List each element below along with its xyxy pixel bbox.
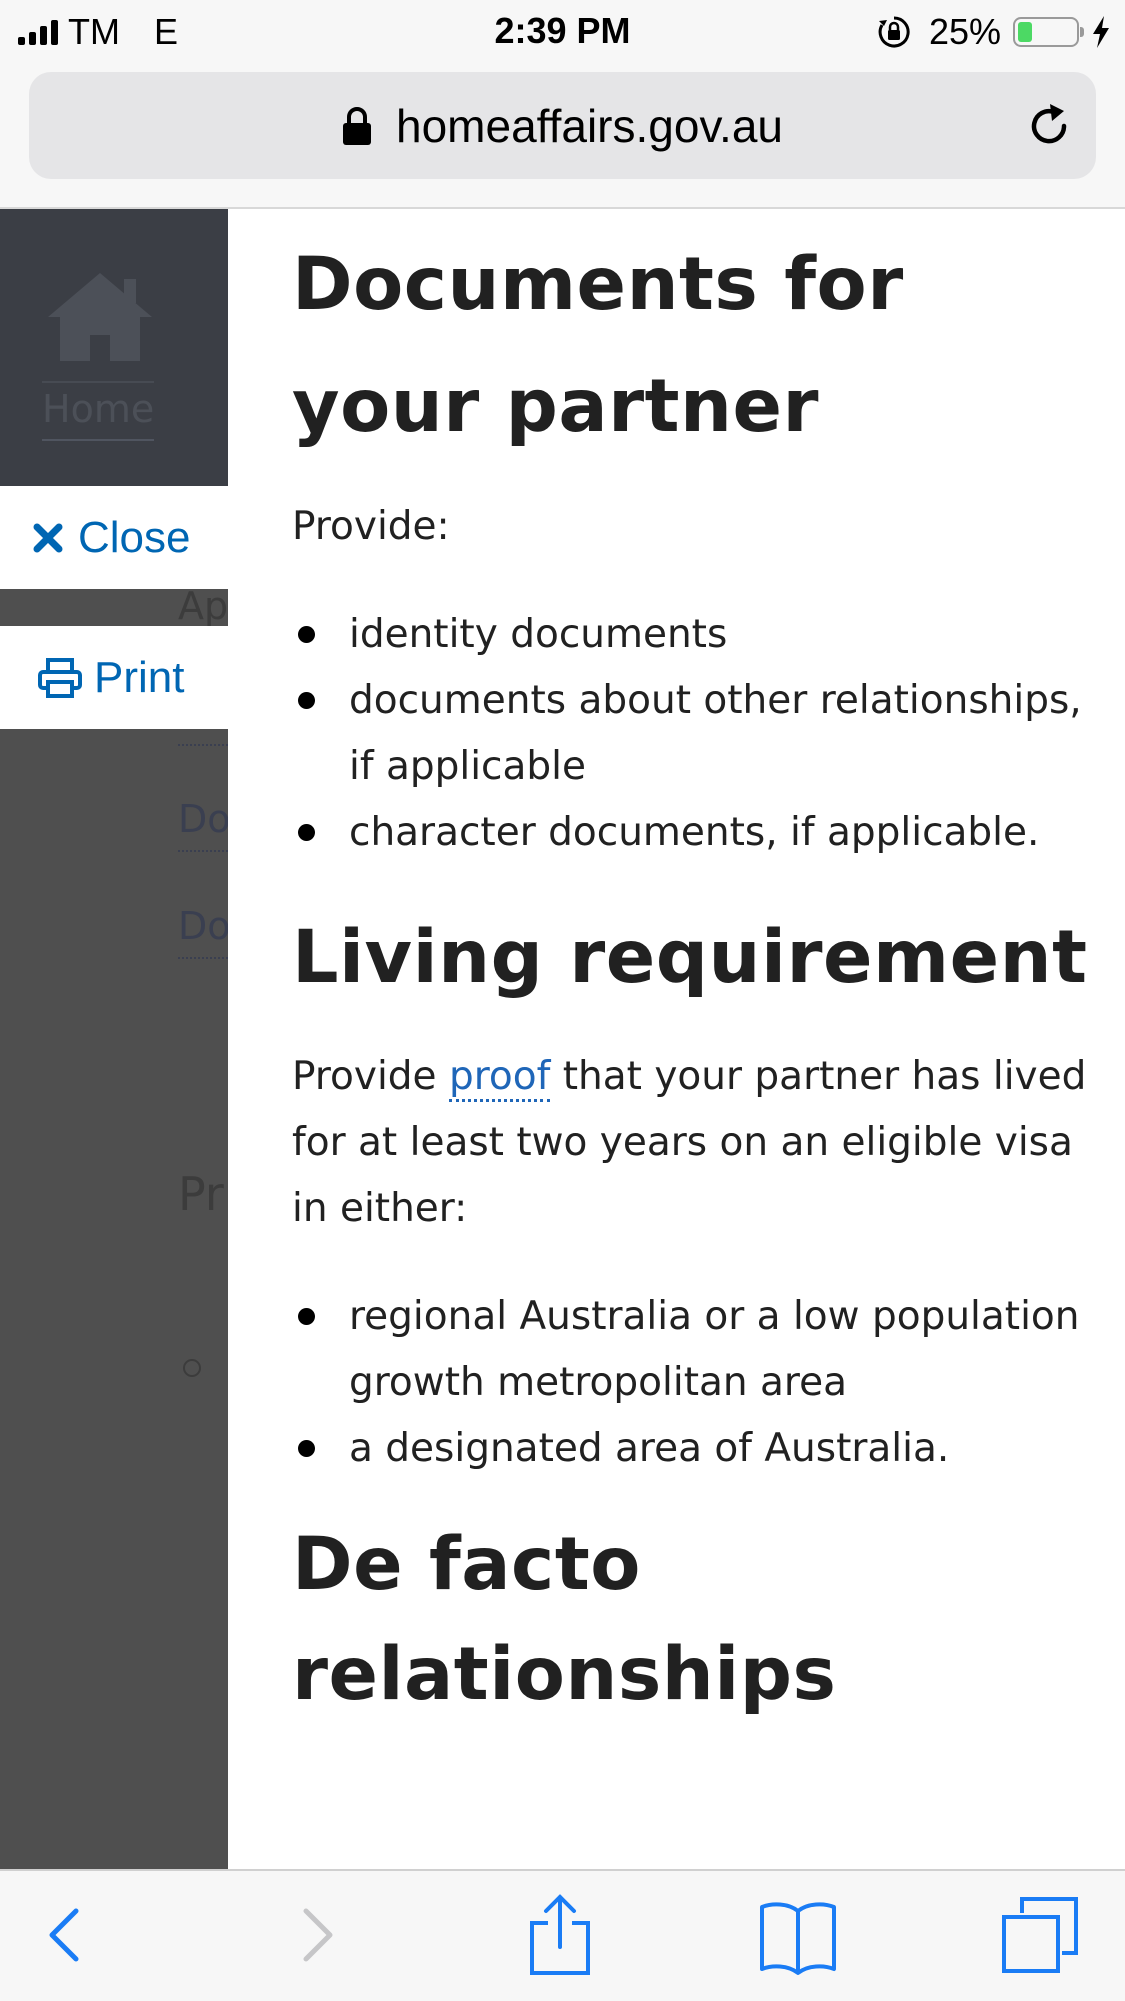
close-label: Close [78,512,191,562]
section-heading-de-facto: De facto relationships [292,1510,1092,1730]
url-text: homeaffairs.gov.au [396,99,783,152]
battery-icon [1013,17,1084,47]
page-title: Documents for your partner [292,224,1092,468]
status-right: 25% [877,10,1111,54]
ghost-divider [178,744,228,746]
browser-address-area: homeaffairs.gov.au [0,64,1125,209]
reload-icon[interactable] [1024,101,1074,151]
ghost-text-do2: Do [178,904,228,948]
padlock-icon [343,106,371,145]
list-item: documents about other relationships, if … [292,668,1092,800]
ghost-bullet [183,1359,201,1377]
printer-icon [38,657,82,698]
side-menu: Home Close Ap Print Do Do Pr [0,209,228,1869]
side-menu-header: Home [0,209,228,486]
section-heading-living: Living requirement [292,915,1088,1000]
de-facto-line2: relationships [292,1632,837,1717]
provide-label: Provide: [292,504,450,549]
ghost-text-do1: Do [178,797,228,841]
close-button[interactable]: Close [0,486,228,589]
browser-toolbar [0,1869,1125,2001]
ghost-text-pr: Pr [178,1167,224,1221]
forward-chevron-icon[interactable] [276,1893,356,1977]
home-icon [48,273,152,361]
tabs-icon[interactable] [1000,1893,1080,1977]
charging-bolt-icon [1093,16,1109,48]
bookmarks-icon[interactable] [758,1893,838,1977]
ghost-divider [178,850,228,852]
living-text-before: Provide [292,1054,449,1099]
list-item: a designated area of Australia. [292,1416,1092,1482]
address-bar[interactable]: homeaffairs.gov.au [29,72,1096,179]
status-bar: TM E 2:39 PM 25% [0,0,1125,64]
page-title-line2: your partner [292,364,820,449]
ghost-divider [178,957,228,959]
list-item: character documents, if applicable. [292,800,1092,866]
page-title-line1: Documents for [292,242,904,327]
living-paragraph: Provide proof that your partner has live… [292,1044,1092,1242]
ghost-text-ap: Ap [178,584,228,628]
list-item: regional Australia or a low population g… [292,1284,1092,1416]
share-icon[interactable] [520,1893,600,1977]
list-item: identity documents [292,602,1092,668]
print-button[interactable]: Print [0,626,228,729]
back-chevron-icon[interactable] [26,1893,106,1977]
main-content: Documents for your partner Provide: iden… [292,209,1092,1730]
documents-list: identity documents documents about other… [292,602,1092,866]
battery-fill [1018,22,1032,42]
home-link[interactable]: Home [42,381,155,441]
battery-percent: 25% [928,11,1001,52]
close-icon [33,523,63,552]
proof-link[interactable]: proof [448,1054,551,1102]
print-label: Print [94,652,185,702]
de-facto-line1: De facto [292,1522,641,1607]
rotation-lock-icon [878,16,910,48]
areas-list: regional Australia or a low population g… [292,1284,1092,1482]
